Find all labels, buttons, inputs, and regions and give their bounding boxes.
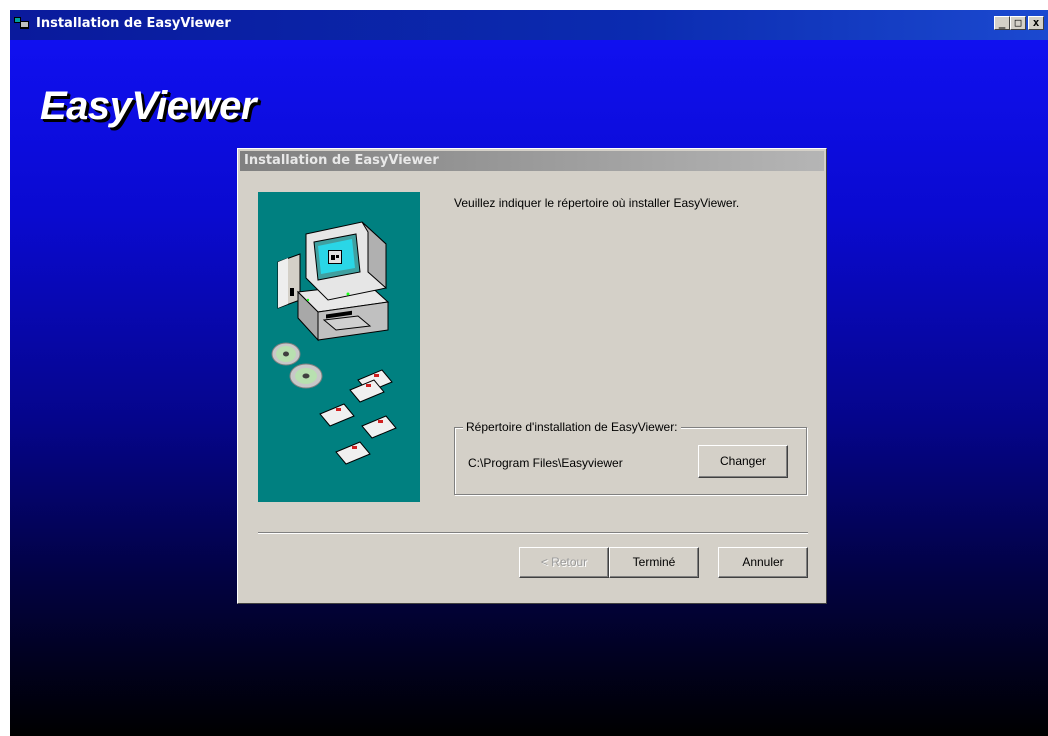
maximize-button[interactable]: □: [1010, 16, 1026, 30]
install-dialog: Installation de EasyViewer Veuillez indi…: [237, 148, 827, 604]
cd-icon: [271, 342, 323, 389]
window-controls: _ □ x: [994, 16, 1044, 30]
minimize-button[interactable]: _: [994, 16, 1010, 30]
brand-logo-text: EasyViewer: [40, 84, 256, 128]
back-button[interactable]: < Retour: [519, 547, 609, 578]
install-prompt: Veuillez indiquer le répertoire où insta…: [454, 196, 740, 210]
computer-icon: [277, 221, 390, 342]
app-icon: [14, 17, 29, 29]
window-titlebar[interactable]: Installation de EasyViewer _ □ x: [10, 10, 1048, 40]
change-directory-button[interactable]: Changer: [698, 445, 788, 478]
floppy-icon: [319, 369, 397, 465]
dialog-titlebar[interactable]: Installation de EasyViewer: [240, 151, 824, 171]
close-button[interactable]: x: [1028, 16, 1044, 30]
dialog-separator: [258, 532, 808, 534]
dialog-title: Installation de EasyViewer: [244, 153, 439, 168]
installer-window: Installation de EasyViewer _ □ x EasyVie…: [10, 10, 1048, 736]
install-directory-label: Répertoire d'installation de EasyViewer:: [463, 420, 681, 434]
setup-illustration: [258, 192, 420, 502]
finish-button[interactable]: Terminé: [609, 547, 699, 578]
window-title: Installation de EasyViewer: [36, 16, 231, 31]
cancel-button[interactable]: Annuler: [718, 547, 808, 578]
install-directory-path: C:\Program Files\Easyviewer: [468, 456, 623, 470]
